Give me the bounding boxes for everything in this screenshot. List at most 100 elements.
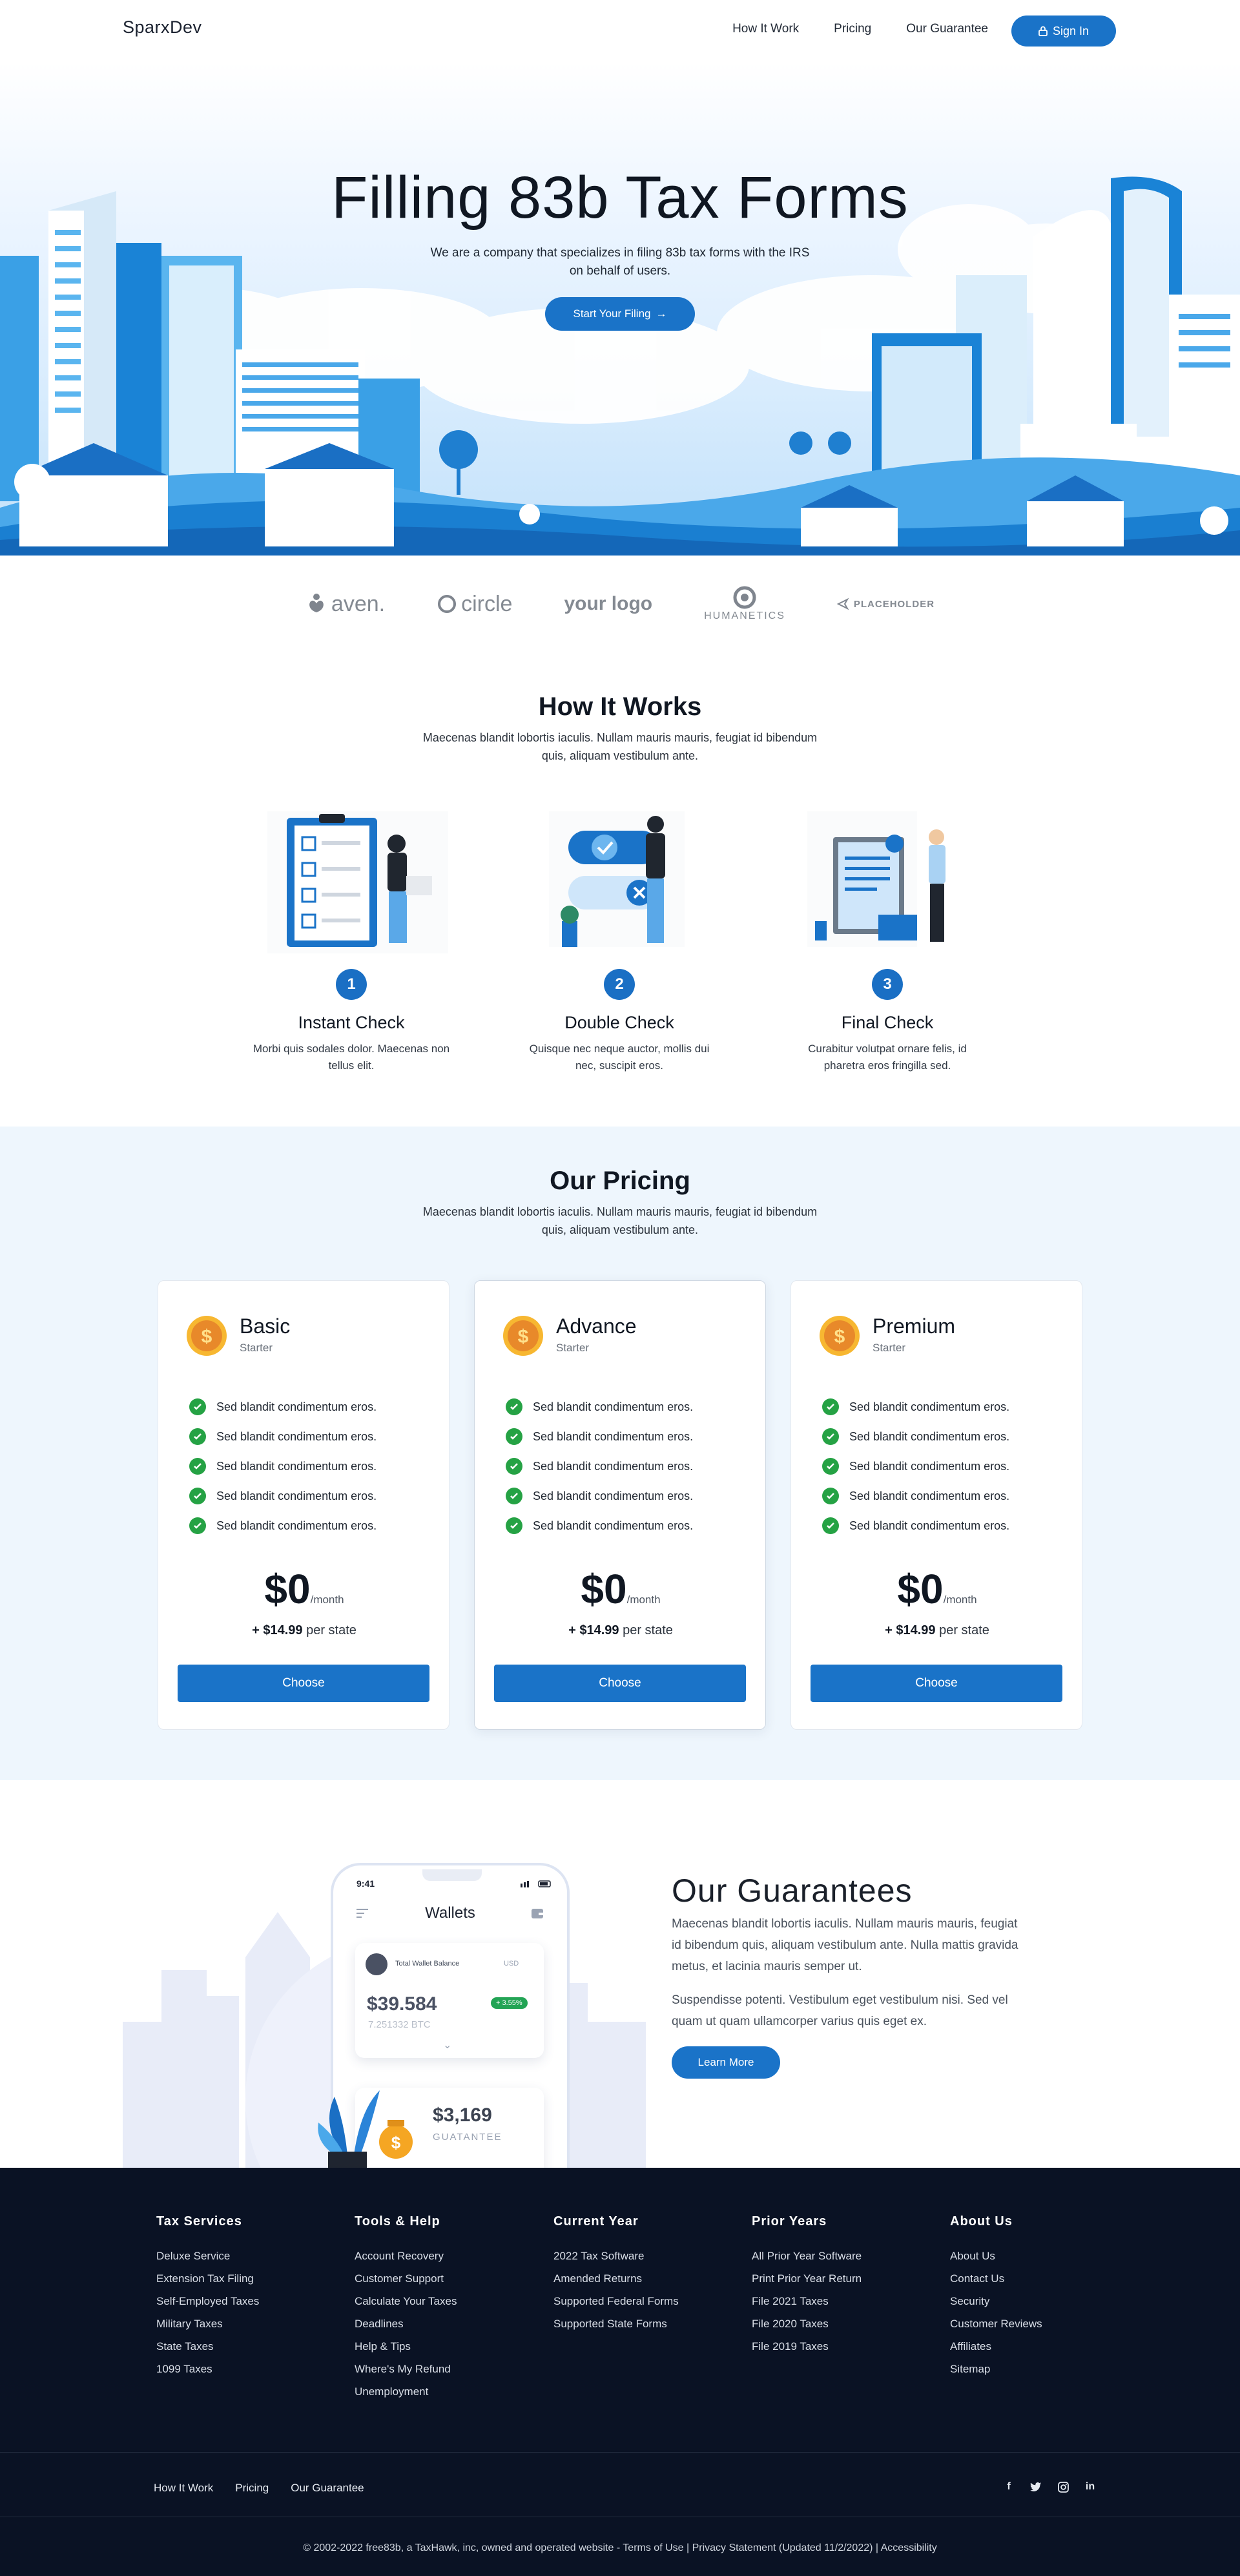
footer-link[interactable]: Supported Federal Forms [553,2290,679,2312]
step-number: 2 [604,969,635,1000]
footer-col-current-year: Current Year 2022 Tax Software Amended R… [553,2214,679,2335]
footer-link[interactable]: File 2020 Taxes [752,2312,862,2335]
logo-placeholder-text: PLACEHOLDER [853,598,935,610]
choose-advance-button[interactable]: Choose [494,1665,746,1702]
check-icon [189,1428,206,1445]
status-bar-icons [521,1880,551,1887]
placeholder-mark-icon [836,597,849,610]
footer-link[interactable]: Deluxe Service [156,2245,259,2267]
facebook-icon[interactable]: f [1002,2480,1015,2493]
footer-col-tools-help: Tools & Help Account Recovery Customer S… [355,2214,457,2403]
footer-link[interactable]: Calculate Your Taxes [355,2290,457,2312]
coin-icon: $ [187,1316,227,1356]
feature-text: Sed blandit condimentum eros. [216,1400,377,1413]
feature-item: Sed blandit condimentum eros. [189,1481,377,1511]
check-icon [822,1517,839,1534]
footer-nav-our-guarantee[interactable]: Our Guarantee [291,2482,364,2495]
nav-pricing[interactable]: Pricing [834,22,871,36]
per-state-price: + $14.99 per state [475,1623,767,1638]
wallet-icon[interactable] [531,1907,544,1920]
feature-item: Sed blandit condimentum eros. [822,1451,1009,1481]
sign-in-button[interactable]: Sign In [1011,16,1116,47]
footer-link[interactable]: Account Recovery [355,2245,457,2267]
start-filing-label: Start Your Filing [573,307,651,320]
feature-text: Sed blandit condimentum eros. [533,1519,694,1532]
wallet-balance-card[interactable]: Total Wallet Balance USD $39.584 7.25133… [355,1943,544,2058]
footer-link[interactable]: Contact Us [950,2267,1042,2290]
site-logo[interactable]: SparxDev [123,17,202,37]
copyright-text: © 2002-2022 free83b, a TaxHawk, inc, own… [303,2542,937,2553]
plan-name: Premium [873,1314,956,1338]
feature-item: Sed blandit condimentum eros. [822,1481,1009,1511]
footer-link[interactable]: Self-Employed Taxes [156,2290,259,2312]
twitter-icon[interactable] [1029,2480,1042,2493]
guarantees-paragraph-1: Maecenas blandit lobortis iaculis. Nulla… [672,1917,1018,1973]
footer-link[interactable]: Military Taxes [156,2312,259,2335]
nav-how-it-work[interactable]: How It Work [732,22,799,36]
learn-more-button[interactable]: Learn More [672,2046,780,2079]
instagram-icon[interactable] [1057,2480,1070,2493]
hero-title: Filling 83b Tax Forms [331,165,909,231]
footer-link[interactable]: Where's My Refund [355,2358,457,2380]
plan-name: Basic [240,1314,291,1338]
footer-link[interactable]: Help & Tips [355,2335,457,2358]
feature-item: Sed blandit condimentum eros. [189,1451,377,1481]
footer-link[interactable]: Security [950,2290,1042,2312]
footer-link[interactable]: Unemployment [355,2380,457,2403]
footer-link[interactable]: Supported State Forms [553,2312,679,2335]
linkedin-icon[interactable]: in [1084,2480,1097,2493]
footer-link[interactable]: File 2019 Taxes [752,2335,862,2358]
state-suffix: per state [935,1623,989,1637]
svg-text:$: $ [202,1326,212,1347]
choose-basic-button[interactable]: Choose [178,1665,429,1702]
check-icon [822,1428,839,1445]
step-number: 1 [336,969,367,1000]
state-suffix: per state [302,1623,356,1637]
footer-link[interactable]: Customer Reviews [950,2312,1042,2335]
footer-link[interactable]: Deadlines [355,2312,457,2335]
footer-link[interactable]: State Taxes [156,2335,259,2358]
footer-link[interactable]: Customer Support [355,2267,457,2290]
feature-text: Sed blandit condimentum eros. [849,1459,1010,1473]
price-amount: $0 [264,1566,311,1612]
footer-link[interactable]: Extension Tax Filing [156,2267,259,2290]
state-suffix: per state [619,1623,673,1637]
footer-link[interactable]: Amended Returns [553,2267,679,2290]
lock-icon [1038,26,1048,36]
footer-col-title: Current Year [553,2214,639,2228]
step-double-check: 2 Double Check Quisque nec neque auctor,… [510,969,729,1074]
check-icon [189,1458,206,1475]
logo-aven: aven. [305,592,385,617]
footer-link[interactable]: All Prior Year Software [752,2245,862,2267]
nav-our-guarantee[interactable]: Our Guarantee [906,22,988,36]
footer-link[interactable]: Affiliates [950,2335,1042,2358]
footer-nav-how-it-work[interactable]: How It Work [154,2482,213,2495]
check-icon [506,1458,522,1475]
footer-link[interactable]: About Us [950,2245,1042,2267]
footer-link[interactable]: Sitemap [950,2358,1042,2380]
start-filing-button[interactable]: Start Your Filing → [545,297,695,331]
currency-select[interactable]: USD [504,1960,519,1968]
footer-link[interactable]: File 2021 Taxes [752,2290,862,2312]
choose-premium-button[interactable]: Choose [811,1665,1062,1702]
hero-section: Filling 83b Tax Forms We are a company t… [0,62,1240,556]
check-icon [189,1517,206,1534]
feature-item: Sed blandit condimentum eros. [822,1392,1009,1422]
footer-nav-pricing[interactable]: Pricing [235,2482,269,2495]
per-state-price: + $14.99 per state [158,1623,450,1638]
pricing-title: Our Pricing [550,1167,690,1195]
chevron-down-icon[interactable]: ⌄ [443,2039,451,2051]
footer-link[interactable]: Print Prior Year Return [752,2267,862,2290]
footer-link[interactable]: 1099 Taxes [156,2358,259,2380]
step-title: Instant Check [298,1013,405,1032]
plan-tier: Starter [240,1342,273,1354]
feature-item: Sed blandit condimentum eros. [189,1422,377,1451]
footer-link[interactable]: 2022 Tax Software [553,2245,679,2267]
price-amount: $0 [897,1566,944,1612]
feature-item: Sed blandit condimentum eros. [189,1392,377,1422]
coin-icon: $ [503,1316,543,1356]
step-final-check: 3 Final Check Curabitur volutpat ornare … [778,969,997,1074]
phone-notch [422,1869,482,1881]
coin-icon: $ [820,1316,860,1356]
step-text: Quisque nec neque auctor, mollis dui nec… [529,1043,710,1072]
